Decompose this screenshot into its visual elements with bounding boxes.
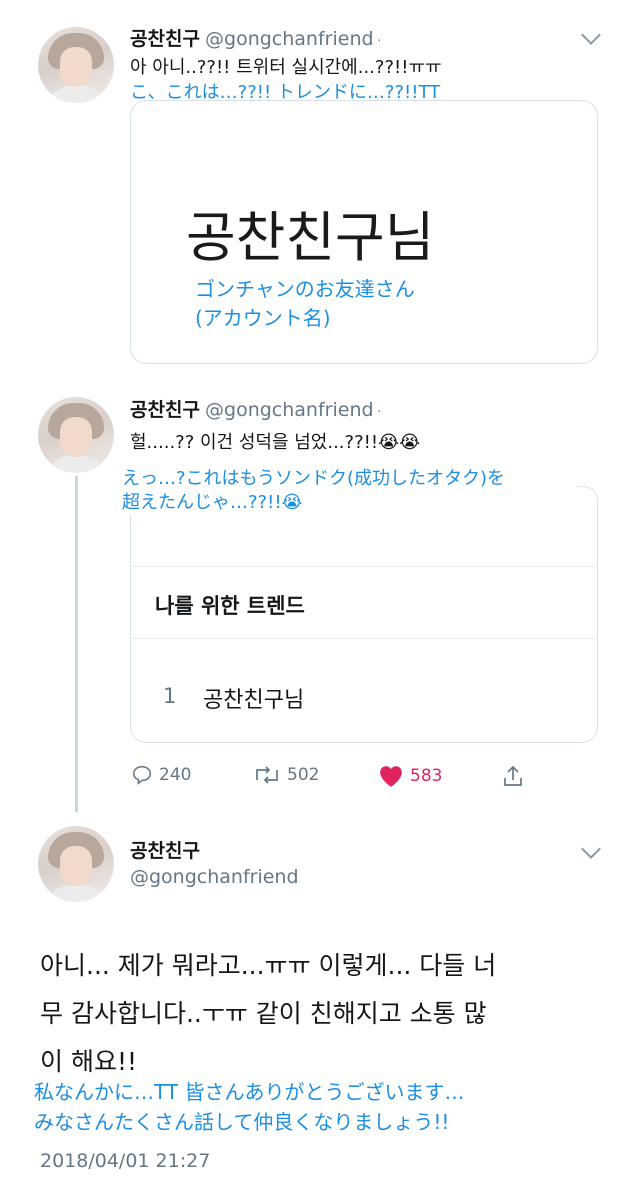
share-button[interactable]	[502, 764, 524, 788]
username[interactable]: @gongchanfriend	[205, 28, 374, 50]
divider	[131, 566, 597, 567]
display-name[interactable]: 공찬친구	[130, 28, 200, 50]
image-card[interactable]: 공찬친구님 ゴンチャンのお友達さん (アカウント名)	[130, 100, 598, 364]
tweet-author[interactable]: 공찬친구 @gongchanfriend ·	[130, 395, 381, 422]
chevron-down-icon[interactable]	[581, 839, 601, 859]
trend-rank: 1	[163, 684, 177, 708]
like-button[interactable]: 583	[378, 764, 442, 788]
tweet-text: 이 해요!!	[40, 1047, 137, 1076]
tweet-text: 헐.....?? 이건 성덕을 넘었...??!!😭😭	[130, 432, 421, 453]
timestamp[interactable]: 2018/04/01 21:27	[40, 1150, 210, 1172]
share-icon	[504, 765, 522, 786]
translation-text: えっ…?これはもうソンドク(成功したオタク)を	[122, 468, 506, 489]
translation-text: みなさんたくさん話して仲良くなりましょう!!	[34, 1110, 450, 1134]
retweet-button[interactable]: 502	[253, 764, 319, 786]
tweet-text: 아 아니..??!! 트위터 실시간에...??!!ㅠㅠ	[130, 57, 442, 78]
display-name[interactable]: 공찬친구	[130, 836, 200, 863]
tweet-author[interactable]: 공찬친구 @gongchanfriend ·	[130, 24, 381, 51]
tweet-text: 아니... 제가 뭐라고...ㅠㅠ 이렇게... 다들 너	[40, 951, 497, 980]
card-translation: ゴンチャンのお友達さん	[195, 277, 415, 301]
translation-text: 私なんかに…TT 皆さんありがとうございます…	[34, 1080, 465, 1104]
thread-line	[75, 476, 78, 812]
card-title: 공찬친구님	[186, 206, 435, 269]
reply-button[interactable]: 240	[131, 764, 191, 786]
trends-header: 나를 위한 트렌드	[155, 594, 305, 618]
card-top-edge	[577, 486, 598, 517]
username[interactable]: @gongchanfriend	[130, 866, 299, 888]
retweet-count: 502	[287, 765, 320, 785]
username[interactable]: @gongchanfriend	[205, 399, 374, 421]
heart-icon	[380, 766, 402, 787]
avatar[interactable]	[38, 826, 114, 902]
reply-count: 240	[159, 765, 192, 785]
like-count: 583	[410, 766, 443, 786]
trend-name[interactable]: 공찬친구님	[203, 682, 304, 714]
tweet-text: 무 감사합니다..ㅜㅠ 같이 친해지고 소통 많	[40, 999, 487, 1028]
avatar[interactable]	[38, 397, 114, 473]
translation-text: 超えたんじゃ…??!!😭	[122, 492, 303, 513]
divider	[131, 638, 597, 639]
trends-card[interactable]: 나를 위한 트렌드 1 공찬친구님	[130, 486, 598, 743]
retweet-icon	[256, 766, 278, 784]
card-translation-note: (アカウント名)	[195, 306, 331, 330]
avatar[interactable]	[38, 27, 114, 103]
display-name[interactable]: 공찬친구	[130, 399, 200, 421]
reply-icon	[132, 765, 152, 785]
chevron-down-icon[interactable]	[581, 25, 601, 45]
